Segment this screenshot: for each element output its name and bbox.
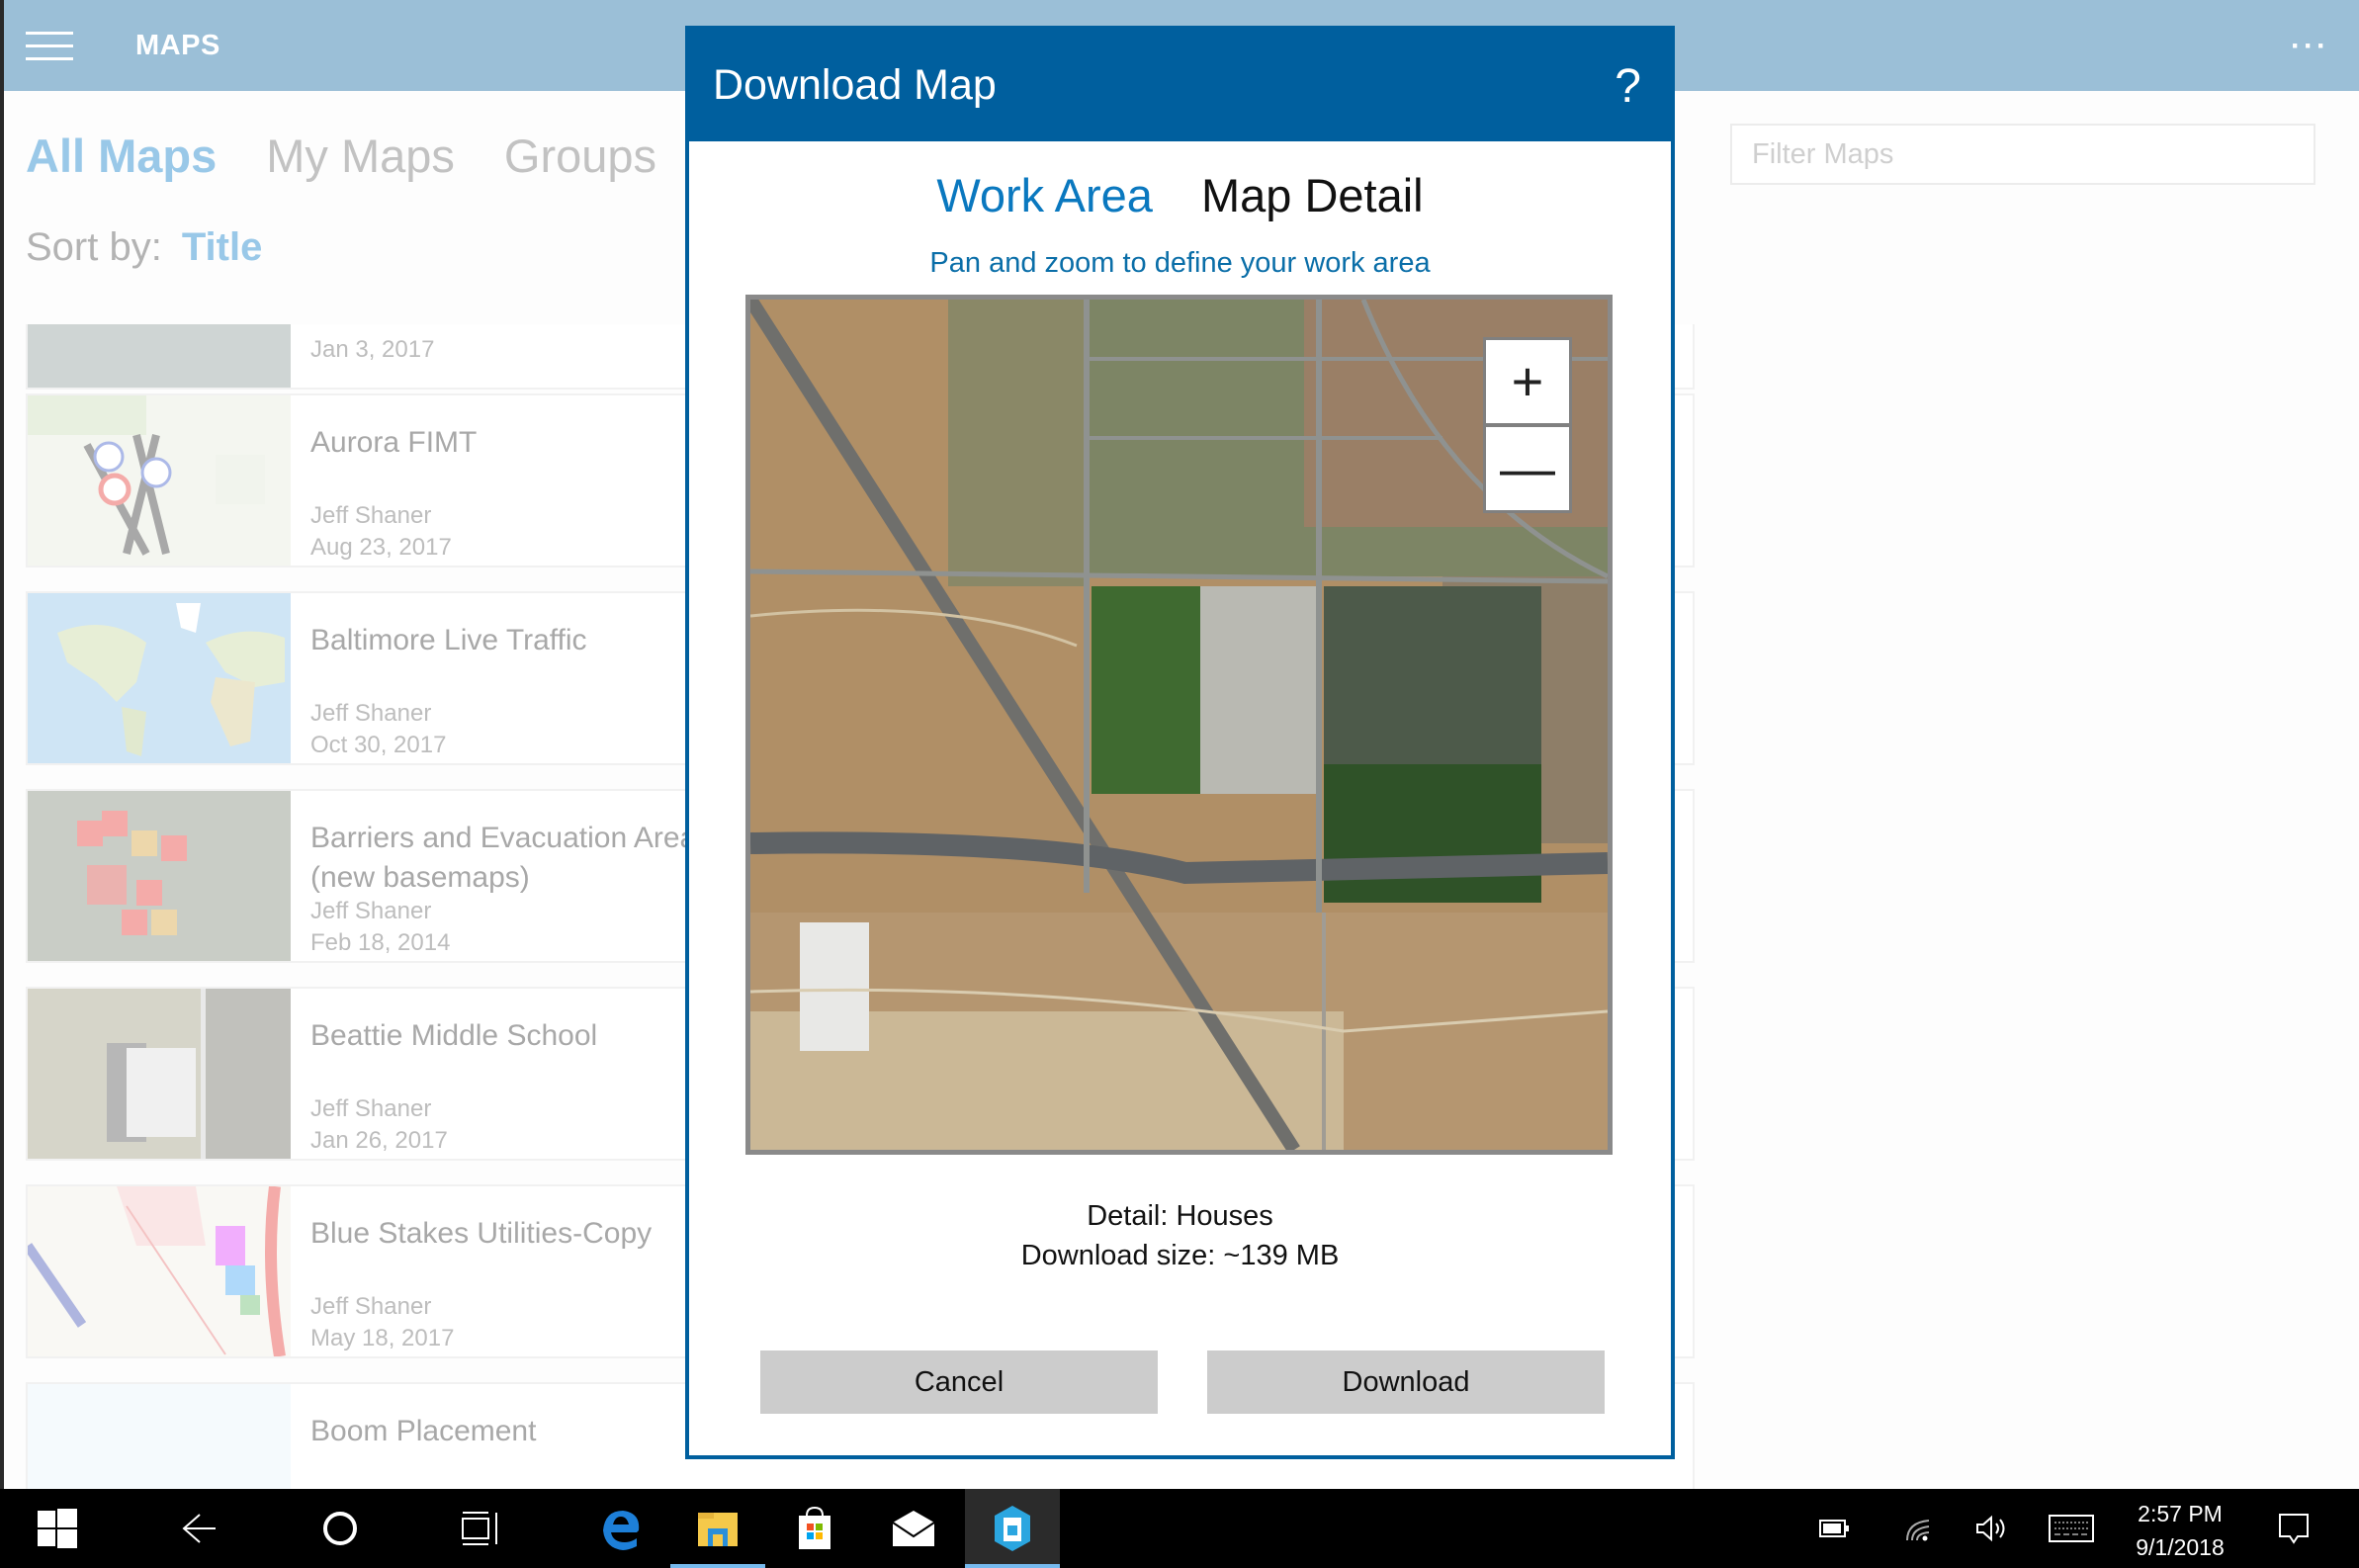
zoom-out-button[interactable]: —: [1486, 427, 1569, 510]
dialog-title: Download Map: [713, 61, 997, 109]
cortana-icon[interactable]: [293, 1489, 388, 1568]
touch-keyboard-icon[interactable]: [2047, 1489, 2096, 1568]
cancel-button[interactable]: Cancel: [760, 1350, 1158, 1414]
dialog-header: Download Map ?: [689, 30, 1671, 141]
task-view-icon[interactable]: [433, 1489, 528, 1568]
back-icon[interactable]: [150, 1489, 245, 1568]
mail-icon[interactable]: [866, 1489, 961, 1568]
volume-icon[interactable]: [1972, 1489, 2012, 1568]
download-button[interactable]: Download: [1207, 1350, 1605, 1414]
detail-level: Detail: Houses: [1087, 1200, 1273, 1232]
work-area-map[interactable]: + —: [745, 295, 1613, 1155]
store-icon[interactable]: [767, 1489, 862, 1568]
satellite-imagery: [750, 300, 1608, 1150]
download-info: Detail: Houses Download size: ~139 MB: [689, 1196, 1671, 1275]
action-center-icon[interactable]: [2274, 1489, 2314, 1568]
clock-time: 2:57 PM: [2138, 1501, 2223, 1526]
windows-taskbar: 2:57 PM 9/1/2018: [0, 1489, 2359, 1568]
download-size: Download size: ~139 MB: [1020, 1240, 1340, 1271]
work-area-instruction: Pan and zoom to define your work area: [929, 247, 1431, 279]
running-indicator: [670, 1564, 765, 1568]
modal-overlay: Download Map ? Work Area Map Detail Pan …: [0, 0, 2359, 1489]
help-icon[interactable]: ?: [1615, 59, 1641, 114]
tab-work-area[interactable]: Work Area: [936, 168, 1153, 222]
tab-map-detail[interactable]: Map Detail: [1201, 168, 1424, 222]
windows-start-icon[interactable]: [10, 1489, 105, 1568]
system-clock[interactable]: 2:57 PM 9/1/2018: [2116, 1497, 2244, 1564]
map-zoom-controls: + —: [1483, 337, 1572, 513]
running-indicator: [965, 1564, 1060, 1568]
battery-icon[interactable]: [1814, 1489, 1854, 1568]
file-explorer-icon[interactable]: [670, 1489, 765, 1568]
clock-date: 9/1/2018: [2136, 1534, 2225, 1560]
wifi-icon[interactable]: [1898, 1489, 1938, 1568]
collector-app-icon[interactable]: [965, 1489, 1060, 1568]
zoom-in-button[interactable]: +: [1486, 340, 1569, 423]
dialog-tabs: Work Area Map Detail: [689, 168, 1671, 222]
download-map-dialog: Download Map ? Work Area Map Detail Pan …: [685, 26, 1675, 1459]
edge-icon[interactable]: [573, 1489, 668, 1568]
